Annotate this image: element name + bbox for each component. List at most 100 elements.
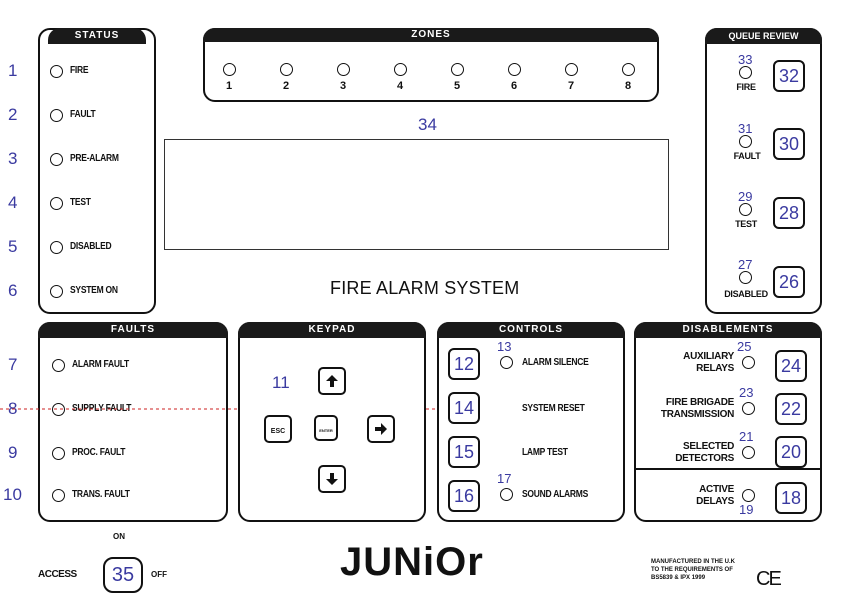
zone-4-label: 4 bbox=[396, 80, 404, 92]
queue-fire-button[interactable]: 32 bbox=[773, 60, 805, 92]
zone-1-led bbox=[223, 63, 236, 76]
alarm-fault-led bbox=[52, 359, 65, 372]
selected-detectors-led-num: 21 bbox=[739, 429, 754, 444]
fire-brigade-button[interactable]: 22 bbox=[775, 393, 807, 425]
disablements-divider bbox=[634, 468, 822, 470]
status-label-test: TEST bbox=[70, 197, 91, 208]
test-led bbox=[50, 197, 63, 210]
status-label-fire: FIRE bbox=[70, 65, 89, 76]
arrow-up-icon bbox=[326, 375, 338, 387]
queue-fault-led bbox=[739, 135, 752, 148]
faults-num-7: 7 bbox=[8, 355, 18, 374]
status-num-5: 5 bbox=[8, 237, 18, 256]
queue-disabled-button[interactable]: 26 bbox=[773, 266, 805, 298]
manufacture-note: MANUFACTURED IN THE U.K TO THE REQUIREME… bbox=[651, 558, 735, 582]
faults-panel: FAULTS bbox=[38, 322, 228, 522]
aux-relays-button[interactable]: 24 bbox=[775, 350, 807, 382]
zone-7-led bbox=[565, 63, 578, 76]
alarm-silence-led-num: 13 bbox=[497, 339, 512, 354]
access-label: ACCESS bbox=[38, 569, 77, 580]
faults-label-proc-fault: PROC. FAULT bbox=[72, 447, 126, 458]
queue-label-fault: FAULT bbox=[733, 151, 761, 161]
active-delays-button[interactable]: 18 bbox=[775, 482, 807, 514]
queue-led-num-test: 29 bbox=[738, 189, 753, 204]
keypad-title: KEYPAD bbox=[238, 322, 426, 338]
queue-label-disabled: DISABLED bbox=[724, 289, 768, 299]
fire-brigade-led-num: 23 bbox=[739, 385, 754, 400]
manufacture-note-line-2: TO THE REQUIREMENTS OF bbox=[651, 567, 733, 573]
zones-num: 34 bbox=[418, 115, 437, 134]
arrow-down-button[interactable] bbox=[318, 465, 346, 493]
zone-7-label: 7 bbox=[567, 80, 575, 92]
zones-title: ZONES bbox=[203, 28, 659, 42]
status-num-1: 1 bbox=[8, 61, 18, 80]
esc-label: ESC bbox=[270, 428, 286, 435]
access-on-label: ON bbox=[113, 532, 125, 541]
selected-detectors-button[interactable]: 20 bbox=[775, 436, 807, 468]
queue-disabled-led bbox=[739, 271, 752, 284]
queue-led-num-fault: 31 bbox=[738, 121, 753, 136]
zone-5-led bbox=[451, 63, 464, 76]
enter-button[interactable]: ENTER bbox=[314, 415, 338, 441]
fault-led bbox=[50, 109, 63, 122]
lamp-test-button[interactable]: 15 bbox=[448, 436, 480, 468]
queue-led-num-disabled: 27 bbox=[738, 257, 753, 272]
system-reset-button[interactable]: 14 bbox=[448, 392, 480, 424]
zone-3-led bbox=[337, 63, 350, 76]
aux-relays-led-num: 25 bbox=[737, 339, 752, 354]
status-label-pre-alarm: PRE-ALARM bbox=[70, 153, 119, 164]
trans-fault-led bbox=[52, 489, 65, 502]
arrow-right-button[interactable] bbox=[367, 415, 395, 443]
zone-8-label: 8 bbox=[624, 80, 632, 92]
status-label-fault: FAULT bbox=[70, 109, 96, 120]
lcd-display bbox=[164, 139, 669, 250]
faults-title: FAULTS bbox=[38, 322, 228, 338]
access-key-switch[interactable]: 35 bbox=[103, 557, 143, 593]
status-num-2: 2 bbox=[8, 105, 18, 124]
esc-button[interactable]: ESC bbox=[264, 415, 292, 443]
zone-2-label: 2 bbox=[282, 80, 290, 92]
zone-6-led bbox=[508, 63, 521, 76]
queue-fire-led bbox=[739, 66, 752, 79]
controls-title: CONTROLS bbox=[437, 322, 625, 338]
faults-label-trans-fault: TRANS. FAULT bbox=[72, 489, 130, 500]
alarm-silence-button[interactable]: 12 bbox=[448, 348, 480, 380]
proc-fault-led bbox=[52, 447, 65, 460]
active-delays-label-2: DELAYS bbox=[696, 496, 734, 507]
status-num-4: 4 bbox=[8, 193, 18, 212]
system-reset-label: SYSTEM RESET bbox=[522, 403, 585, 414]
selected-detectors-label-1: SELECTED bbox=[683, 441, 734, 452]
active-delays-led-num: 19 bbox=[739, 502, 754, 517]
selected-detectors-led bbox=[742, 446, 755, 459]
aux-relays-label-2: RELAYS bbox=[696, 363, 734, 374]
sound-alarms-label: SOUND ALARMS bbox=[522, 489, 589, 500]
sound-alarms-led-num: 17 bbox=[497, 471, 512, 486]
lamp-test-label: LAMP TEST bbox=[522, 447, 568, 458]
zone-8-led bbox=[622, 63, 635, 76]
active-delays-label-1: ACTIVE bbox=[699, 484, 734, 495]
status-title: STATUS bbox=[48, 28, 146, 44]
arrow-up-button[interactable] bbox=[318, 367, 346, 395]
status-num-6: 6 bbox=[8, 281, 18, 300]
arrow-right-icon bbox=[375, 423, 387, 435]
fire-brigade-label-2: TRANSMISSION bbox=[660, 409, 734, 420]
faults-label-alarm-fault: ALARM FAULT bbox=[72, 359, 130, 370]
status-label-disabled: DISABLED bbox=[70, 241, 112, 252]
active-delays-led bbox=[742, 489, 755, 502]
brand-logo: JUNiOr bbox=[340, 540, 484, 584]
alarm-silence-led bbox=[500, 356, 513, 369]
queue-test-button[interactable]: 28 bbox=[773, 197, 805, 229]
zone-1-label: 1 bbox=[225, 80, 233, 92]
queue-test-led bbox=[739, 203, 752, 216]
fire-brigade-led bbox=[742, 402, 755, 415]
arrow-down-icon bbox=[326, 473, 338, 485]
zone-2-led bbox=[280, 63, 293, 76]
queue-review-title: QUEUE REVIEW bbox=[705, 28, 822, 44]
queue-fault-button[interactable]: 30 bbox=[773, 128, 805, 160]
selected-detectors-label-2: DETECTORS bbox=[675, 453, 734, 464]
fire-led bbox=[50, 65, 63, 78]
sound-alarms-button[interactable]: 16 bbox=[448, 480, 480, 512]
fire-brigade-label-1: FIRE BRIGADE bbox=[665, 397, 734, 408]
pre-alarm-led bbox=[50, 153, 63, 166]
display-title: FIRE ALARM SYSTEM bbox=[330, 278, 520, 298]
